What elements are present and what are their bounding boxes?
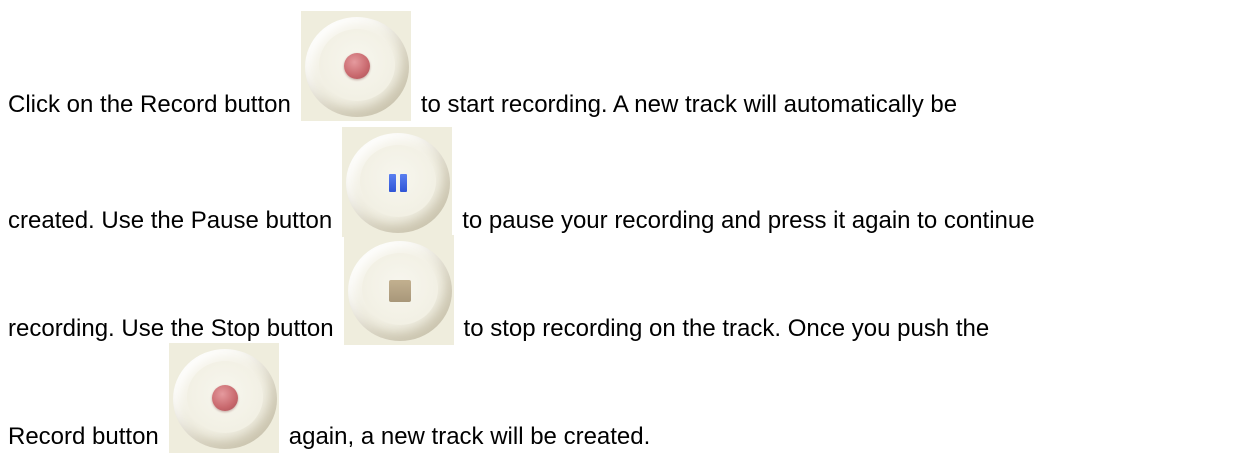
instruction-line-1: Click on the Record button to start reco…: [8, 5, 957, 121]
stop-icon: [388, 280, 411, 302]
pause-button-image: [342, 127, 453, 237]
instruction-line-3: recording. Use the Stop button to stop r…: [8, 229, 989, 345]
line-4-text-after: again, a new track will be created.: [288, 423, 651, 450]
stop-button-image: [343, 235, 454, 345]
record-icon: [211, 385, 238, 411]
line-1-text-before: Click on the Record button: [8, 91, 291, 118]
instructions-document: Click on the Record button to start reco…: [0, 0, 1242, 459]
instruction-line-2: created. Use the Pause button to pause y…: [8, 121, 1035, 237]
line-1-text-after: to start recording. A new track will aut…: [420, 91, 958, 118]
record-button-image-2: [168, 343, 279, 453]
record-button-image: [300, 11, 411, 121]
instruction-line-4: Record button again, a new track will be…: [8, 337, 650, 453]
pause-icon: [387, 174, 409, 192]
line-4-text-before: Record button: [8, 423, 159, 450]
record-icon: [343, 53, 370, 79]
